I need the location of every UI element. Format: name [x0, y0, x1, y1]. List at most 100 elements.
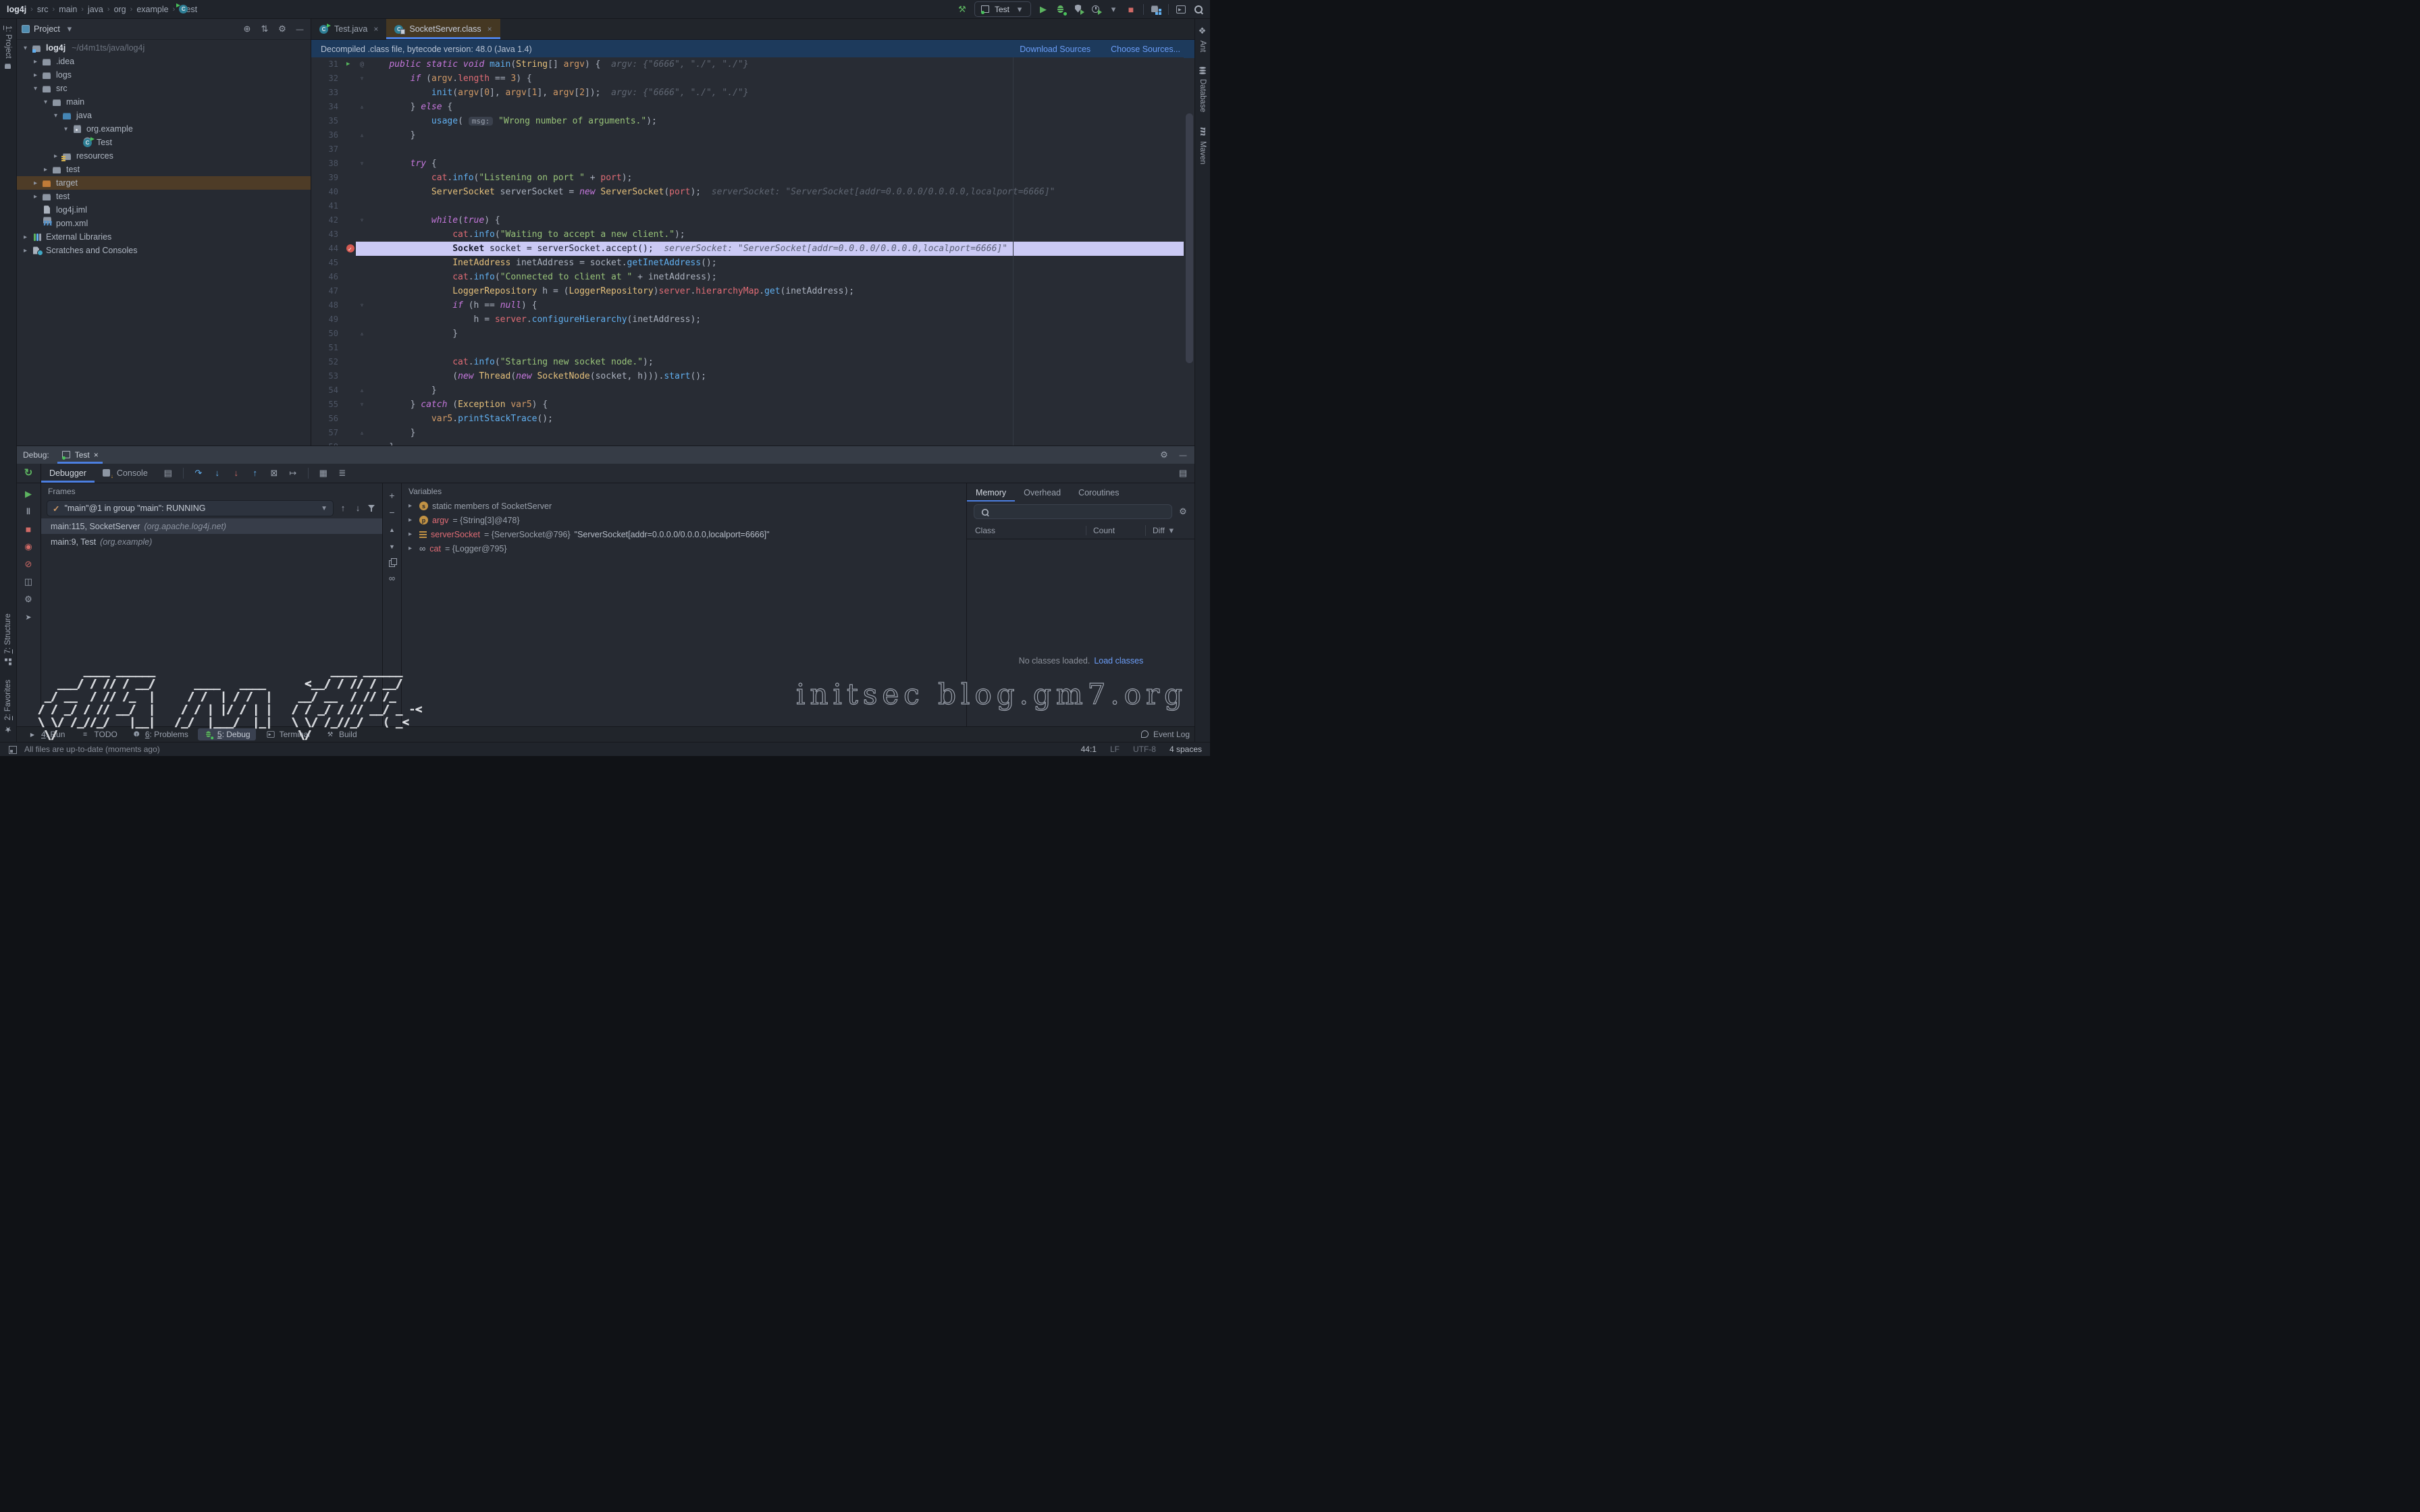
line-number[interactable]: 39 [311, 171, 345, 185]
memory-search-input[interactable] [994, 506, 1166, 517]
gutter-icon-cell[interactable] [345, 355, 356, 369]
gutter-icon-cell[interactable] [345, 86, 356, 100]
tab-debugger[interactable]: Debugger [41, 464, 95, 483]
gutter-icon-cell[interactable] [345, 398, 356, 412]
debug-bug-icon[interactable] [1055, 4, 1066, 15]
gutter-icon-cell[interactable] [345, 72, 356, 86]
rerun-icon[interactable] [23, 468, 34, 479]
evaluate-icon[interactable] [318, 468, 329, 479]
code-text[interactable]: if (h == null) { [368, 298, 1184, 313]
close-icon[interactable]: × [94, 450, 99, 460]
gutter-icon-cell[interactable] [345, 383, 356, 398]
project-panel-title[interactable]: Project [34, 24, 60, 34]
fold-marker[interactable]: ▿ [356, 398, 368, 412]
gutter-icon-cell[interactable] [345, 128, 356, 142]
fold-marker[interactable]: ▵ [356, 383, 368, 398]
remove-watch-icon[interactable] [387, 507, 398, 518]
code-line-54[interactable]: 54▵ } [311, 383, 1184, 398]
drop-frame-icon[interactable] [269, 468, 280, 479]
watches-icon[interactable] [387, 573, 398, 584]
tree-item-java[interactable]: ▾java [16, 109, 311, 122]
line-number[interactable]: 50 [311, 327, 345, 341]
file-encoding[interactable]: UTF-8 [1133, 745, 1156, 754]
sidebar-item-maven[interactable]: Maven [1197, 126, 1208, 165]
code-line-36[interactable]: 36▵ } [311, 128, 1184, 142]
settings-gear-icon[interactable] [23, 594, 34, 605]
choose-sources-link[interactable]: Choose Sources... [1111, 45, 1180, 54]
tree-item-external-libraries[interactable]: ▸External Libraries [16, 230, 311, 244]
line-number[interactable]: 53 [311, 369, 345, 383]
code-text[interactable] [368, 341, 1184, 355]
run-configuration-select[interactable]: Test [974, 1, 1031, 17]
variable-row[interactable]: ▸∞cat = {Logger@795} [402, 541, 966, 556]
fold-marker[interactable] [356, 199, 368, 213]
add-watch-icon[interactable] [387, 490, 398, 501]
tree-item-test[interactable]: ▸test [16, 163, 311, 176]
column-count[interactable]: Count [1086, 526, 1145, 535]
gutter-icon-cell[interactable] [345, 100, 356, 114]
tree-chevron-icon[interactable]: ▸ [32, 72, 39, 79]
run-to-cursor-icon[interactable] [288, 468, 298, 479]
toolwindow-button-6-problems[interactable]: 6: Problems [127, 729, 194, 740]
close-icon[interactable]: × [488, 24, 492, 34]
pin-icon[interactable] [23, 612, 34, 622]
force-step-into-icon[interactable] [231, 468, 242, 479]
tree-chevron-icon[interactable]: ▾ [52, 112, 59, 119]
fold-marker[interactable]: ▿ [356, 213, 368, 227]
code-line-32[interactable]: 32▿ if (argv.length == 3) { [311, 72, 1184, 86]
line-number[interactable]: 35 [311, 114, 345, 128]
code-text[interactable]: } [368, 128, 1184, 142]
code-text[interactable]: } [368, 327, 1184, 341]
chevron-right-icon[interactable]: ▸ [409, 545, 415, 552]
code-line-33[interactable]: 33 init(argv[0], argv[1], argv[2]); argv… [311, 86, 1184, 100]
frame-row[interactable]: main:9, Test(org.example) [41, 534, 382, 549]
code-text[interactable]: cat.info("Starting new socket node."); [368, 355, 1184, 369]
view-breakpoints-icon[interactable] [23, 541, 34, 552]
fold-marker[interactable] [356, 284, 368, 298]
breadcrumb-item[interactable]: log4j [7, 5, 26, 14]
tree-chevron-icon[interactable]: ▾ [62, 126, 70, 133]
sidebar-item-database[interactable]: Database [1198, 65, 1207, 112]
tool-window-toggle-icon[interactable] [8, 745, 18, 754]
fold-marker[interactable] [356, 355, 368, 369]
line-number[interactable]: 45 [311, 256, 345, 270]
variable-row[interactable]: ▸sstatic members of SocketServer [402, 499, 966, 513]
hide-panel-icon[interactable] [1178, 450, 1188, 460]
tree-item-pom-xml[interactable]: pom.xml [16, 217, 311, 230]
tree-chevron-icon[interactable]: ▸ [42, 166, 49, 173]
fold-marker[interactable]: ▵ [356, 128, 368, 142]
sliders-icon[interactable] [337, 468, 348, 479]
layout-restore-icon[interactable] [1178, 468, 1188, 479]
gutter-icon-cell[interactable] [345, 298, 356, 313]
line-number[interactable]: 56 [311, 412, 345, 426]
tree-item--idea[interactable]: ▸.idea [16, 55, 311, 68]
line-number[interactable]: 47 [311, 284, 345, 298]
column-diff[interactable]: Diff [1145, 525, 1195, 536]
locate-icon[interactable] [242, 24, 253, 34]
line-number[interactable]: 51 [311, 341, 345, 355]
tree-chevron-icon[interactable]: ▸ [32, 58, 39, 65]
line-number[interactable]: 42 [311, 213, 345, 227]
breadcrumb-item[interactable]: Test [179, 5, 197, 14]
gutter-icon-cell[interactable] [345, 171, 356, 185]
fold-marker[interactable]: ▿ [356, 298, 368, 313]
breadcrumb-item[interactable]: java [88, 5, 103, 14]
profiler-chevron-icon[interactable] [1108, 4, 1119, 15]
settings-gear-icon[interactable] [1159, 450, 1169, 460]
code-text[interactable]: } else { [368, 100, 1184, 114]
gutter-icon-cell[interactable] [345, 426, 356, 440]
line-number[interactable]: 40 [311, 185, 345, 199]
step-out-icon[interactable] [250, 468, 261, 479]
chevron-right-icon[interactable]: ▸ [409, 531, 415, 538]
line-number[interactable]: 49 [311, 313, 345, 327]
code-line-35[interactable]: 35 usage( msg: "Wrong number of argument… [311, 114, 1184, 128]
code-text[interactable]: ServerSocket serverSocket = new ServerSo… [368, 185, 1184, 199]
thread-dump-icon[interactable] [23, 576, 34, 587]
tree-item-log4j[interactable]: ▾log4j~/d4m1ts/java/log4j [16, 41, 311, 55]
fold-marker[interactable] [356, 256, 368, 270]
code-line-42[interactable]: 42 ▿ while(true) { [311, 213, 1184, 227]
fold-marker[interactable] [356, 341, 368, 355]
code-line-55[interactable]: 55▿ } catch (Exception var5) { [311, 398, 1184, 412]
filter-frames-icon[interactable] [367, 504, 377, 513]
code-text[interactable]: while(true) { [368, 213, 1184, 227]
